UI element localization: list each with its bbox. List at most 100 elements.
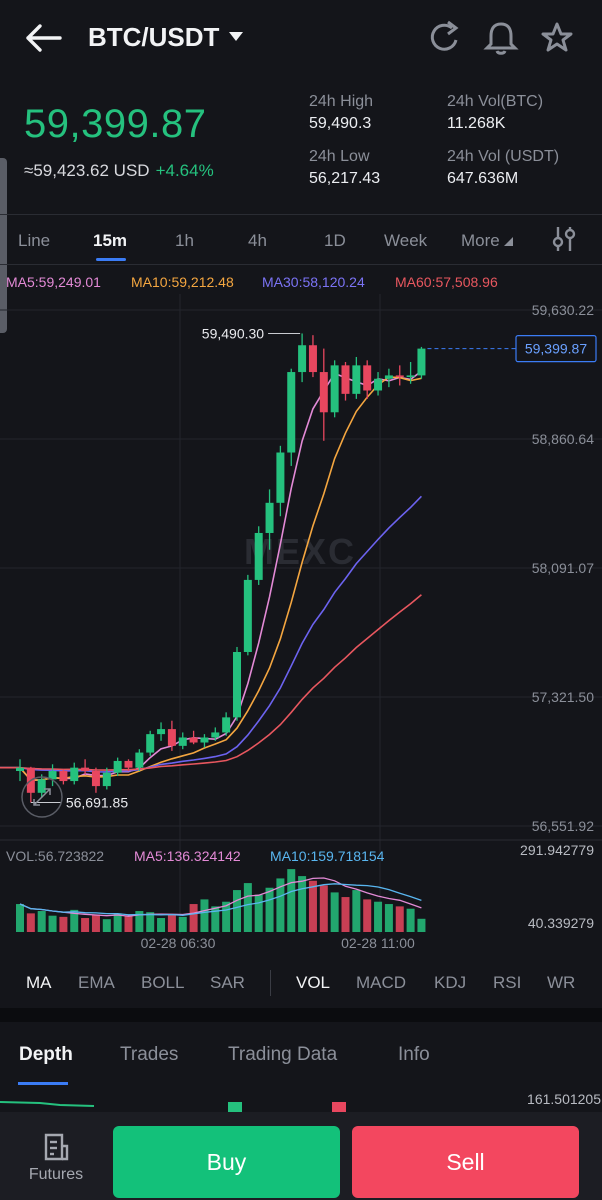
tab-trading-data[interactable]: Trading Data bbox=[228, 1044, 337, 1066]
tab-trades[interactable]: Trades bbox=[120, 1044, 178, 1066]
bottom-action-bar: Futures Buy Sell bbox=[0, 1112, 602, 1200]
divider bbox=[0, 264, 602, 265]
indicator-wr[interactable]: WR bbox=[547, 973, 575, 993]
volume-bar bbox=[102, 919, 111, 932]
current-price-tag: 59,399.87 bbox=[525, 341, 587, 357]
volume-bar bbox=[233, 890, 241, 932]
change-percent: +4.64% bbox=[155, 161, 214, 180]
tab-depth[interactable]: Depth bbox=[19, 1044, 73, 1066]
ma10-line bbox=[0, 376, 422, 782]
tab-4h[interactable]: 4h bbox=[248, 231, 267, 251]
volume-bar bbox=[265, 887, 274, 932]
volume-bar bbox=[406, 908, 415, 932]
volume-bar bbox=[189, 904, 198, 932]
volume-bar bbox=[26, 913, 35, 932]
indicator-kdj[interactable]: KDJ bbox=[434, 973, 466, 993]
trading-pair-title[interactable]: BTC/USDT bbox=[88, 22, 219, 53]
indicator-settings-icon[interactable] bbox=[550, 224, 578, 254]
ma30-label: MA30:58,120.24 bbox=[262, 274, 365, 290]
back-arrow-icon[interactable] bbox=[22, 20, 66, 56]
volume-bar bbox=[200, 899, 209, 932]
ma30-line bbox=[0, 495, 422, 773]
volume-bar bbox=[287, 869, 296, 932]
indicator-rsi[interactable]: RSI bbox=[493, 973, 521, 993]
active-tab-underline bbox=[96, 258, 126, 261]
low-price-marker: 56,691.85 bbox=[66, 795, 128, 811]
volume-bar bbox=[254, 894, 263, 932]
tab-more[interactable]: More bbox=[461, 231, 514, 251]
y-axis-label: 56,551.92 bbox=[532, 818, 594, 834]
last-price: 59,399.87 bbox=[24, 102, 207, 146]
tab-1d[interactable]: 1D bbox=[324, 231, 346, 251]
sell-legend-swatch bbox=[332, 1102, 346, 1112]
candle-body bbox=[308, 345, 317, 373]
ticker-panel: 59,399.87 ≈59,423.62 USD +4.64% 24h High … bbox=[0, 76, 602, 214]
tab-info[interactable]: Info bbox=[398, 1044, 430, 1066]
stat-label: 24h Vol(BTC) bbox=[447, 93, 544, 110]
candle-body bbox=[330, 365, 339, 413]
stat-label: 24h Vol (USDT) bbox=[447, 148, 560, 165]
candle-body bbox=[135, 752, 144, 768]
candle-body bbox=[124, 760, 133, 768]
buy-button[interactable]: Buy bbox=[113, 1126, 340, 1198]
futures-button[interactable]: Futures bbox=[18, 1126, 94, 1190]
active-tab-underline bbox=[18, 1082, 68, 1085]
stat-24h-vol-usdt: 24h Vol (USDT) 647.636M bbox=[447, 148, 559, 188]
volume-bar bbox=[178, 916, 187, 932]
volume-bar bbox=[59, 916, 68, 932]
caret-corner-icon bbox=[504, 237, 514, 246]
y-axis-label: 58,091.07 bbox=[532, 560, 594, 576]
stat-label: 24h Low bbox=[309, 148, 370, 165]
volume-bar bbox=[16, 904, 24, 932]
candle-body bbox=[265, 502, 274, 533]
stat-value: 647.636M bbox=[447, 170, 519, 187]
volume-bar bbox=[363, 899, 372, 932]
tab-more-label: More bbox=[461, 231, 500, 250]
sell-button[interactable]: Sell bbox=[352, 1126, 579, 1198]
volume-bar bbox=[341, 897, 350, 932]
candle-body bbox=[341, 365, 350, 394]
indicator-bar: MA EMA BOLL SAR VOL MACD KDJ RSI WR bbox=[0, 958, 602, 1008]
tab-15m[interactable]: 15m bbox=[93, 231, 127, 251]
ma5-label: MA5:59,249.01 bbox=[6, 274, 101, 290]
tab-line[interactable]: Line bbox=[18, 231, 50, 251]
volume-bar bbox=[308, 880, 317, 932]
stat-24h-high: 24h High 59,490.3 bbox=[309, 93, 373, 133]
candle-body bbox=[298, 345, 307, 373]
candle-body bbox=[178, 737, 187, 746]
indicator-sar[interactable]: SAR bbox=[210, 973, 245, 993]
candle-body bbox=[200, 737, 209, 743]
volume-axis-min: 40.339279 bbox=[528, 915, 594, 931]
indicator-ema[interactable]: EMA bbox=[78, 973, 115, 993]
volume-bar bbox=[48, 915, 57, 932]
volume-bar bbox=[395, 906, 404, 932]
indicator-macd[interactable]: MACD bbox=[356, 973, 406, 993]
candle-body bbox=[157, 729, 166, 735]
futures-document-icon bbox=[44, 1133, 69, 1161]
x-axis-label: 02-28 11:00 bbox=[341, 935, 415, 951]
bell-icon[interactable] bbox=[483, 18, 519, 58]
volume-bar bbox=[167, 914, 176, 932]
candle-body bbox=[287, 372, 296, 453]
caret-down-icon[interactable] bbox=[228, 30, 244, 42]
refresh-icon[interactable] bbox=[426, 18, 462, 58]
indicator-vol[interactable]: VOL bbox=[296, 973, 330, 993]
depth-tabs: Depth Trades Trading Data Info bbox=[0, 1022, 602, 1086]
tab-1h[interactable]: 1h bbox=[175, 231, 194, 251]
indicator-boll[interactable]: BOLL bbox=[141, 973, 184, 993]
depth-chart-preview: 161.501205 bbox=[0, 1086, 602, 1112]
section-gap bbox=[0, 1008, 602, 1022]
volume-bar bbox=[124, 915, 133, 932]
star-icon[interactable] bbox=[539, 18, 575, 58]
candle-body bbox=[363, 365, 372, 391]
volume-bar bbox=[374, 901, 383, 932]
tab-week[interactable]: Week bbox=[384, 231, 427, 251]
candle-body bbox=[146, 734, 155, 753]
stat-value: 11.268K bbox=[447, 115, 506, 132]
indicator-ma[interactable]: MA bbox=[26, 973, 52, 993]
candle-body bbox=[374, 378, 383, 391]
volume-bar bbox=[91, 914, 100, 932]
stat-value: 56,217.43 bbox=[309, 170, 381, 187]
volume-bar bbox=[113, 913, 122, 932]
candlestick-chart[interactable]: MEXC59,630.2258,860.6458,091.0757,321.50… bbox=[0, 294, 602, 956]
